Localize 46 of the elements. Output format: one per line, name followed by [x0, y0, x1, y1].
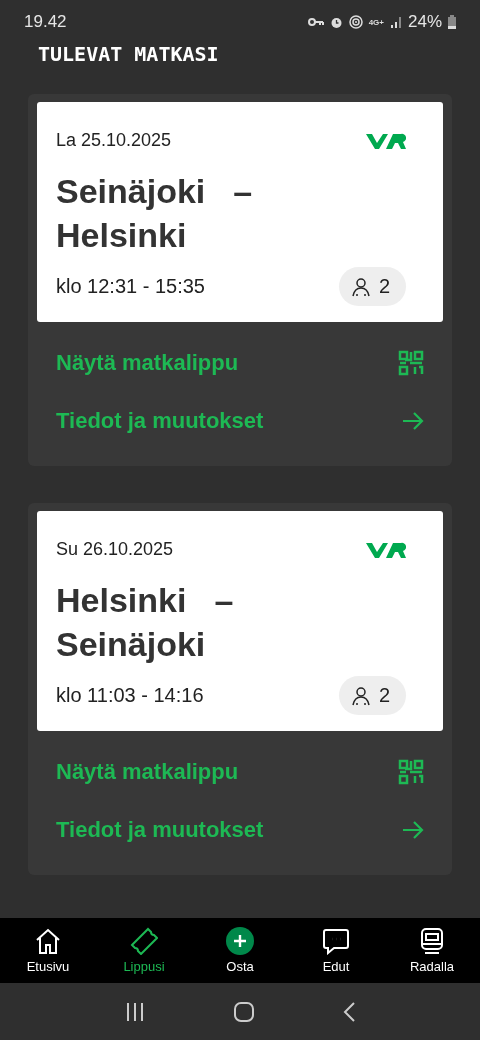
- back-icon[interactable]: [343, 1001, 356, 1022]
- passenger-count: 2: [378, 275, 390, 298]
- trip-date: La 25.10.2025: [56, 130, 172, 151]
- trip-time: klo 11:03 - 14:16: [56, 684, 204, 707]
- home-button-icon[interactable]: [234, 1001, 254, 1022]
- trip-date: Su 26.10.2025: [56, 539, 174, 560]
- person-icon: [350, 685, 371, 706]
- nav-tab[interactable]: Radalla: [384, 918, 480, 983]
- trip-action-link[interactable]: Tiedot ja muutokset: [56, 801, 424, 859]
- passenger-count: 2: [378, 684, 390, 707]
- train-icon: [418, 927, 446, 955]
- home-icon: [34, 927, 62, 955]
- battery-icon: [448, 15, 456, 29]
- route-destination: Seinäjoki: [56, 624, 207, 665]
- hotspot-icon: [348, 15, 363, 29]
- route-dash: –: [214, 581, 234, 619]
- nav-tab[interactable]: Edut: [288, 918, 384, 983]
- alarm-icon: [329, 15, 343, 29]
- trip-action-link[interactable]: Tiedot ja muutokset: [56, 392, 424, 450]
- network-label: 4G+: [368, 17, 384, 27]
- qr-code-icon: [398, 350, 424, 376]
- arrow-right-icon: [402, 412, 424, 430]
- recent-apps-icon[interactable]: [124, 1002, 145, 1021]
- route-dash: –: [233, 172, 253, 210]
- plus-icon: [226, 927, 254, 955]
- ticket-icon: [130, 927, 158, 955]
- arrow-right-icon: [402, 821, 424, 839]
- person-icon: [350, 276, 371, 297]
- signal-icon: [389, 16, 402, 28]
- trip-time: klo 12:31 - 15:35: [56, 275, 205, 298]
- route-destination: Helsinki: [56, 215, 188, 256]
- key-icon: [307, 17, 324, 27]
- vr-logo: [366, 540, 406, 559]
- chat-icon: [322, 927, 350, 955]
- route-origin: Seinäjoki: [56, 172, 206, 210]
- battery-percent: 24%: [407, 12, 442, 32]
- page-heading: TULEVAT MATKASI: [37, 42, 220, 66]
- nav-tab[interactable]: Lippusi: [96, 918, 192, 983]
- qr-code-icon: [398, 759, 424, 785]
- route-origin: Helsinki: [56, 581, 187, 619]
- nav-tab[interactable]: Etusivu: [0, 918, 96, 983]
- vr-logo: [366, 131, 406, 150]
- nav-tab[interactable]: Osta: [192, 918, 288, 983]
- trip-action-link[interactable]: Näytä matkalippu: [56, 334, 424, 392]
- status-time: 19.42: [24, 12, 67, 32]
- trip-action-link[interactable]: Näytä matkalippu: [56, 743, 424, 801]
